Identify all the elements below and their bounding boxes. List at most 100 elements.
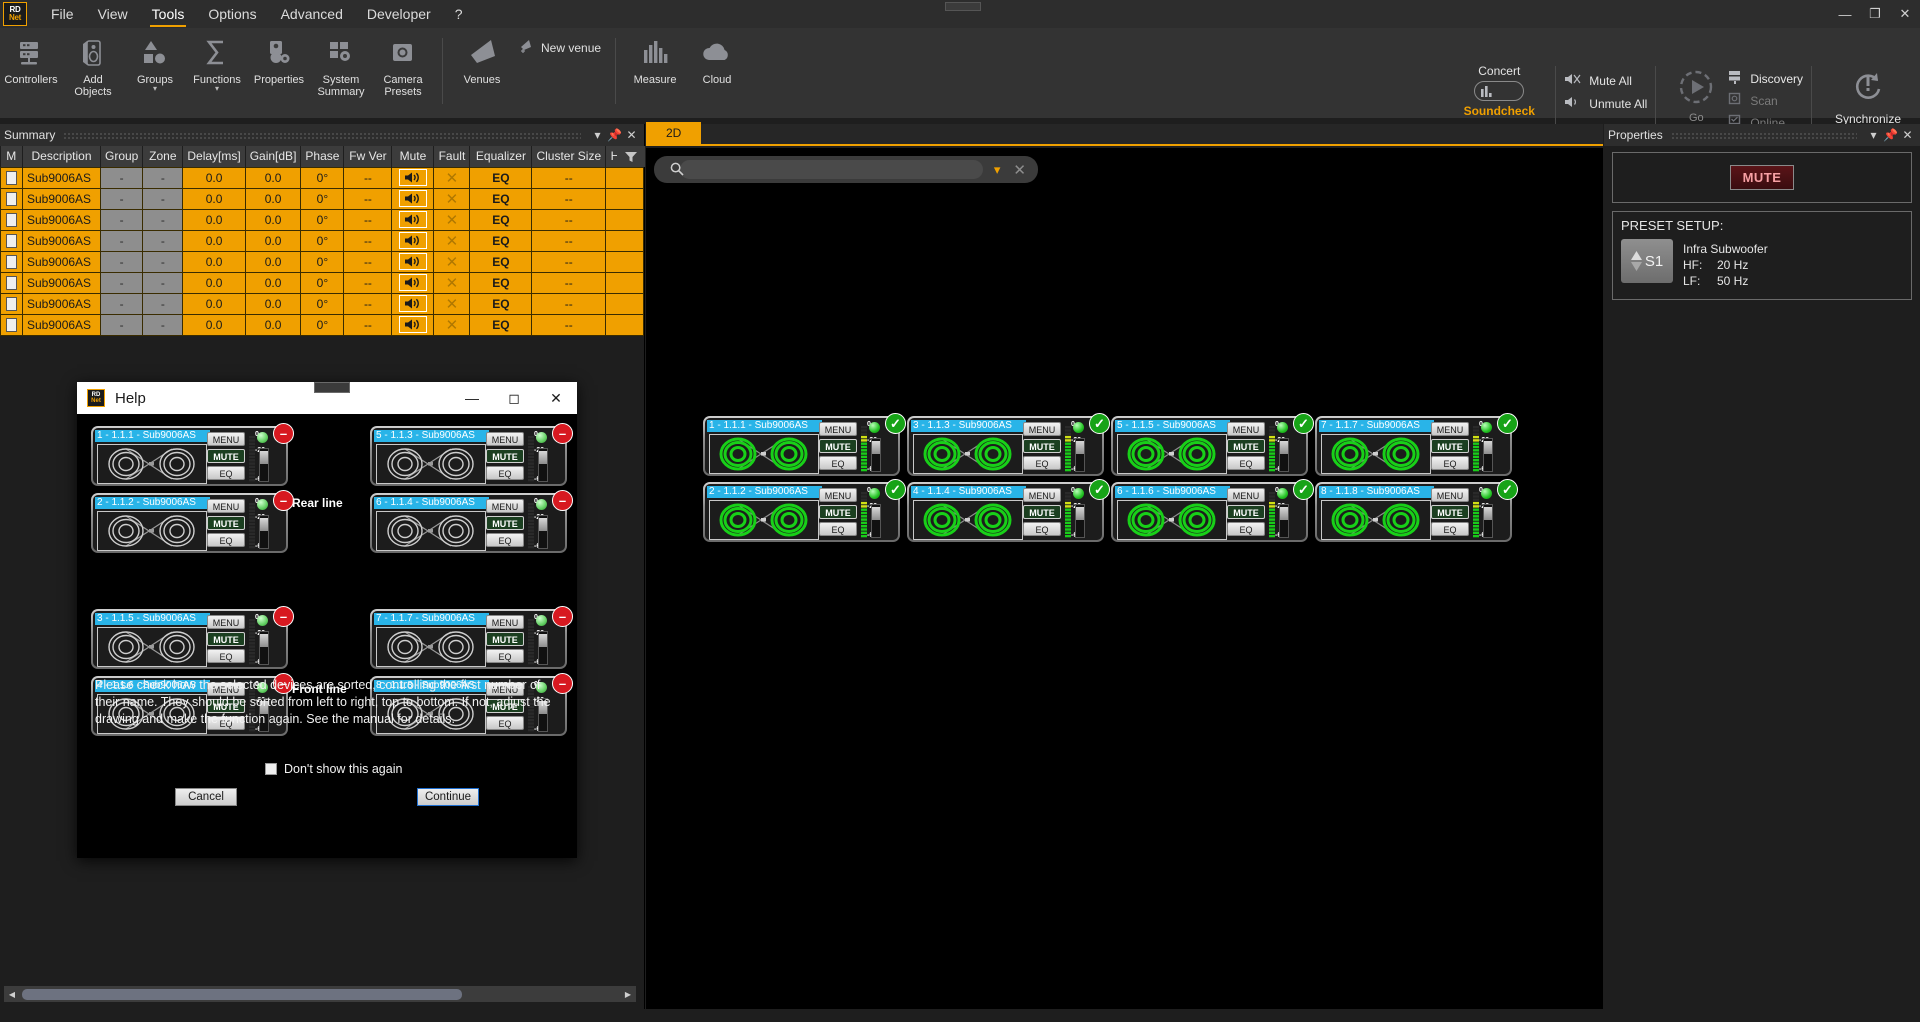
- fader-knob[interactable]: [539, 634, 547, 647]
- device-mute-button[interactable]: MUTE: [486, 516, 524, 530]
- cell-mute[interactable]: [391, 166, 435, 189]
- device-fader[interactable]: [1075, 438, 1085, 472]
- device-eq-button[interactable]: EQ: [1023, 522, 1061, 536]
- device-widget[interactable]: 1 - 1.1.1 - Sub9006ASMENUMUTEEQ0-20-60–: [91, 423, 294, 486]
- col-fault[interactable]: Fault: [433, 146, 471, 167]
- device-menu-button[interactable]: MENU: [819, 488, 857, 502]
- row-select-cell[interactable]: [0, 271, 23, 294]
- device-eq-button[interactable]: EQ: [207, 649, 245, 663]
- device-widget[interactable]: 8 - 1.1.8 - Sub9006ASMENUMUTEEQ0-20-60✓: [1315, 479, 1518, 542]
- pin-icon[interactable]: 📌: [1882, 128, 1899, 142]
- device-widget[interactable]: 6 - 1.1.6 - Sub9006ASMENUMUTEEQ0-20-60✓: [1111, 479, 1314, 542]
- device-menu-button[interactable]: MENU: [1023, 488, 1061, 502]
- device-menu-button[interactable]: MENU: [1023, 422, 1061, 436]
- cell-equalizer[interactable]: EQ: [469, 313, 533, 336]
- chevron-down-icon[interactable]: ▾: [1865, 128, 1882, 142]
- dont-show-again-row[interactable]: Don't show this again: [265, 762, 402, 776]
- help-minimize-icon[interactable]: —: [451, 382, 493, 414]
- mute-all-button[interactable]: Mute All: [1564, 72, 1647, 89]
- device-fader[interactable]: [538, 515, 548, 549]
- canvas-2d-view[interactable]: ▾ ✕ 1 - 1.1.1 - Sub9006ASMENUMUTEEQ0-20-…: [646, 148, 1603, 1009]
- device-menu-button[interactable]: MENU: [207, 499, 245, 513]
- fader-knob[interactable]: [1076, 507, 1084, 520]
- scrollbar-thumb[interactable]: [22, 988, 462, 1000]
- fader-knob[interactable]: [260, 451, 268, 464]
- restore-icon[interactable]: ❐: [1860, 0, 1890, 28]
- cell-equalizer[interactable]: EQ: [469, 166, 533, 189]
- cell-mute[interactable]: [391, 313, 435, 336]
- table-row[interactable]: Sub9006AS - -0.0 0.0 0° -- ✕ EQ --: [0, 229, 645, 252]
- table-row[interactable]: Sub9006AS - -0.0 0.0 0° -- ✕ EQ --: [0, 313, 645, 336]
- cell-mute[interactable]: [391, 271, 435, 294]
- fader-knob[interactable]: [872, 507, 880, 520]
- go-button[interactable]: Go ▾: [1664, 56, 1728, 131]
- device-widget[interactable]: 7 - 1.1.7 - Sub9006ASMENUMUTEEQ0-20-60–: [370, 606, 573, 669]
- ribbon-add-objects-button[interactable]: Add Objects: [62, 28, 124, 114]
- device-mute-button[interactable]: MUTE: [486, 449, 524, 463]
- cell-equalizer[interactable]: EQ: [469, 292, 533, 315]
- titlebar-grip[interactable]: [945, 2, 981, 11]
- cell-equalizer[interactable]: EQ: [469, 187, 533, 210]
- device-fader[interactable]: [259, 631, 269, 665]
- cell-mute[interactable]: [391, 250, 435, 273]
- cell-mute[interactable]: [391, 187, 435, 210]
- device-mute-button[interactable]: MUTE: [1227, 505, 1265, 519]
- device-mute-button[interactable]: MUTE: [1023, 439, 1061, 453]
- scan-button[interactable]: Scan: [1728, 92, 1803, 110]
- col-zone[interactable]: Zone: [142, 146, 184, 167]
- chevron-down-icon[interactable]: ▾: [215, 85, 219, 93]
- row-checkbox[interactable]: [6, 233, 17, 248]
- row-select-cell[interactable]: [0, 292, 23, 315]
- device-eq-button[interactable]: EQ: [486, 649, 524, 663]
- device-eq-button[interactable]: EQ: [1023, 456, 1061, 470]
- device-widget[interactable]: 2 - 1.1.2 - Sub9006ASMENUMUTEEQ0-20-60✓: [703, 479, 906, 542]
- menu-item-file[interactable]: File: [39, 0, 86, 28]
- ribbon-functions-button[interactable]: Functions ▾: [186, 28, 248, 114]
- device-widget[interactable]: 4 - 1.1.4 - Sub9006ASMENUMUTEEQ0-20-60✓: [907, 479, 1110, 542]
- device-widget[interactable]: 5 - 1.1.5 - Sub9006ASMENUMUTEEQ0-20-60✓: [1111, 413, 1314, 476]
- fader-knob[interactable]: [1280, 507, 1288, 520]
- row-select-cell[interactable]: [0, 250, 23, 273]
- ribbon-groups-button[interactable]: Groups ▾: [124, 28, 186, 114]
- device-eq-button[interactable]: EQ: [819, 456, 857, 470]
- help-close-icon[interactable]: ✕: [535, 382, 577, 414]
- filter-icon[interactable]: [617, 146, 645, 167]
- device-fader[interactable]: [871, 438, 881, 472]
- device-widget[interactable]: 6 - 1.1.4 - Sub9006ASMENUMUTEEQ0-20-60–: [370, 490, 573, 553]
- row-checkbox[interactable]: [6, 275, 17, 290]
- device-eq-button[interactable]: EQ: [486, 466, 524, 480]
- row-select-cell[interactable]: [0, 208, 23, 231]
- col-group[interactable]: Group: [100, 146, 144, 167]
- device-fader[interactable]: [538, 448, 548, 482]
- device-menu-button[interactable]: MENU: [207, 615, 245, 629]
- spinner-arrows-icon[interactable]: [1630, 251, 1642, 271]
- cancel-button[interactable]: Cancel: [175, 788, 237, 806]
- table-row[interactable]: Sub9006AS - -0.0 0.0 0° -- ✕ EQ --: [0, 250, 645, 273]
- device-widget[interactable]: 2 - 1.1.2 - Sub9006ASMENUMUTEEQ0-20-60–: [91, 490, 294, 553]
- device-widget[interactable]: 3 - 1.1.3 - Sub9006ASMENUMUTEEQ0-20-60✓: [907, 413, 1110, 476]
- col-delay[interactable]: Delay[ms]: [182, 146, 246, 167]
- chevron-down-icon[interactable]: ▾: [589, 128, 606, 142]
- device-fader[interactable]: [1483, 438, 1493, 472]
- speaker-icon[interactable]: [398, 315, 427, 333]
- speaker-icon[interactable]: [398, 273, 427, 291]
- ribbon-properties-button[interactable]: Properties: [248, 28, 310, 114]
- menu-item-view[interactable]: View: [86, 0, 140, 28]
- cell-equalizer[interactable]: EQ: [469, 229, 533, 252]
- fader-knob[interactable]: [872, 441, 880, 454]
- speaker-icon[interactable]: [398, 252, 427, 270]
- row-select-cell[interactable]: [0, 229, 23, 252]
- speaker-icon[interactable]: [398, 189, 427, 207]
- scroll-right-icon[interactable]: ▶: [620, 990, 636, 999]
- continue-button[interactable]: Continue: [417, 788, 479, 806]
- device-fader[interactable]: [1075, 504, 1085, 538]
- speaker-icon[interactable]: [398, 294, 427, 312]
- device-mute-button[interactable]: MUTE: [819, 505, 857, 519]
- row-select-cell[interactable]: [0, 166, 23, 189]
- row-select-cell[interactable]: [0, 313, 23, 336]
- help-dialog-titlebar[interactable]: RD Net Help — ◻ ✕: [77, 382, 577, 414]
- clear-search-icon[interactable]: ✕: [1007, 161, 1032, 179]
- ribbon-new-venue-button[interactable]: New venue: [513, 28, 607, 57]
- fader-knob[interactable]: [1280, 441, 1288, 454]
- col-cluster-size[interactable]: Cluster Size: [531, 146, 607, 167]
